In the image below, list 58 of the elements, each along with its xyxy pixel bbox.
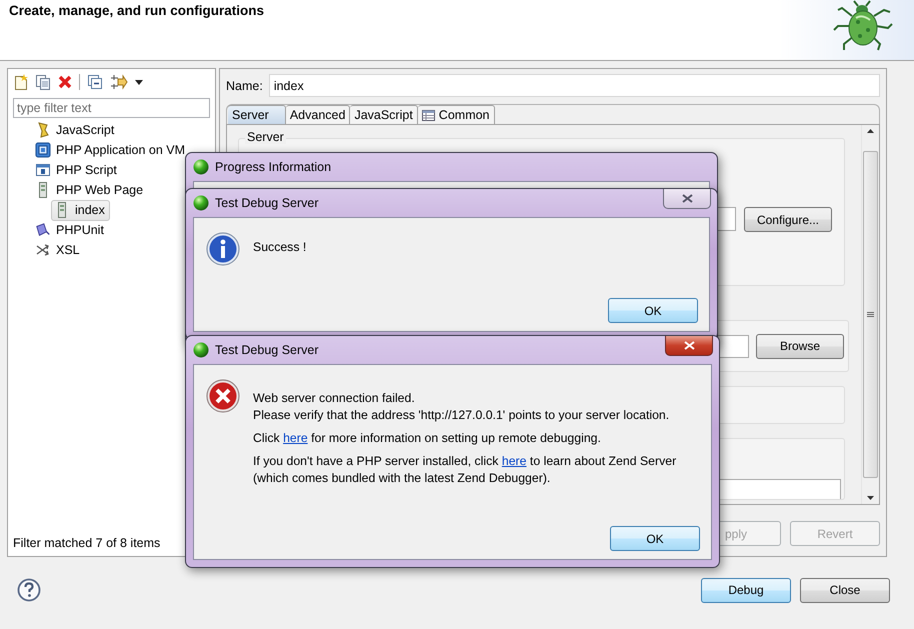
- close-icon: [684, 341, 694, 350]
- dialog-title: Test Debug Server: [215, 343, 319, 357]
- message-text: Web server connection failed. Please verify that the address 'http://127.0.0.1' points to your server location.: [253, 390, 670, 424]
- filter-icon[interactable]: [110, 74, 128, 90]
- name-label: Name:: [226, 78, 263, 93]
- tree-item[interactable]: PHP Application on VM: [32, 140, 190, 160]
- dialog-title: Progress Information: [215, 160, 332, 174]
- tab[interactable]: Common: [418, 105, 495, 124]
- scrollbar[interactable]: [861, 125, 879, 504]
- orb-icon: [193, 195, 209, 211]
- error-icon: [206, 379, 240, 413]
- info-icon: [206, 232, 240, 266]
- message-text: If you don't have a PHP server installed, click here to learn about Zend Server (which comes bundled with the latest Zend Debugger).: [253, 453, 676, 487]
- close-button[interactable]: [663, 189, 711, 209]
- tree-item[interactable]: PHPUnit: [32, 220, 109, 240]
- tree-item[interactable]: PHP Web Page: [32, 180, 148, 200]
- browse-button[interactable]: Browse: [756, 334, 844, 359]
- new-document-icon[interactable]: [14, 74, 28, 90]
- here-link[interactable]: here: [502, 454, 526, 468]
- page-title: Create, manage, and run configurations: [9, 3, 264, 18]
- crossed-arrows-icon: [35, 243, 51, 257]
- application-icon: [35, 142, 51, 158]
- scroll-up-icon[interactable]: [867, 129, 874, 134]
- close-icon: [682, 194, 692, 203]
- orb-icon: [193, 159, 209, 175]
- here-link[interactable]: here: [283, 431, 308, 445]
- dropdown-caret-icon[interactable]: [135, 80, 143, 84]
- collapse-icon[interactable]: [87, 74, 103, 90]
- beetle-icon: [832, 0, 894, 52]
- tree-item[interactable]: JavaScript: [32, 120, 120, 140]
- grip-icon: [867, 312, 874, 318]
- table-icon: [422, 110, 435, 121]
- delete-icon[interactable]: [58, 75, 72, 89]
- ok-button[interactable]: OK: [608, 298, 698, 323]
- tree-item[interactable]: PHP Script: [32, 160, 122, 180]
- message-text: Click here for more information on setting up remote debugging.: [253, 430, 602, 447]
- tab[interactable]: JavaScript: [350, 105, 418, 124]
- cube-icon: [35, 222, 51, 238]
- tab[interactable]: Server: [228, 105, 286, 124]
- window-icon: [35, 162, 51, 178]
- dialog-title: Test Debug Server: [215, 196, 319, 210]
- message-text: Success !: [253, 239, 306, 256]
- scroll-down-icon[interactable]: [867, 496, 874, 500]
- copy-icon[interactable]: [35, 74, 51, 90]
- tree-item[interactable]: index: [51, 200, 110, 220]
- ok-button[interactable]: OK: [610, 526, 700, 551]
- help-icon[interactable]: [17, 578, 41, 602]
- configure-button[interactable]: Configure...: [744, 207, 832, 232]
- close-button[interactable]: [665, 336, 713, 356]
- tab[interactable]: Advanced: [286, 105, 350, 124]
- dialog-button[interactable]: Debug: [701, 578, 791, 602]
- filter-field[interactable]: type filter text: [13, 98, 210, 118]
- name-field[interactable]: index: [268, 74, 880, 98]
- orb-icon: [193, 342, 209, 358]
- dialog-button[interactable]: Close: [800, 578, 890, 602]
- tree-item[interactable]: XSL: [32, 240, 85, 260]
- group-title: Server: [245, 130, 286, 144]
- filter-status: Filter matched 7 of 8 items: [12, 536, 162, 552]
